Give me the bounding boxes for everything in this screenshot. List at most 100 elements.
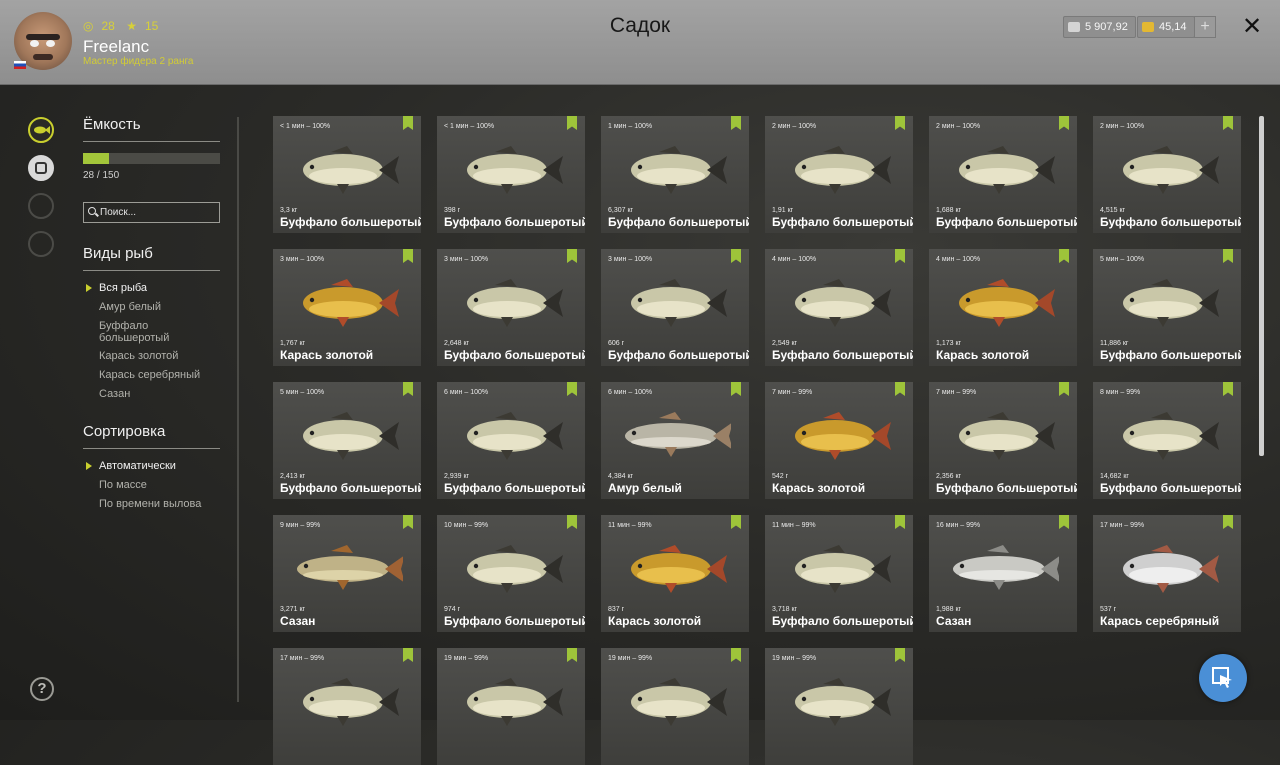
keep-bookmark-icon[interactable]: [731, 515, 741, 529]
trophy-tab-icon[interactable]: [28, 193, 54, 219]
fish-card[interactable]: 2 мин – 100% 4,515 кг Буффало большеротый: [1093, 116, 1241, 233]
fish-card[interactable]: 11 мин – 99% 3,718 кг Буффало большеротый: [765, 515, 913, 632]
fish-image: [467, 412, 563, 460]
fish-card[interactable]: 6 мин – 100% 4,384 кг Амур белый: [601, 382, 749, 499]
species-option-buffalo[interactable]: Буффало большеротый: [99, 320, 199, 344]
close-button[interactable]: ✕: [1242, 12, 1262, 41]
species-option-amur[interactable]: Амур белый: [99, 301, 161, 313]
fish-card[interactable]: 9 мин – 99% 3,271 кг Сазан: [273, 515, 421, 632]
fish-card[interactable]: 7 мин – 99% 542 г Карась золотой: [765, 382, 913, 499]
keep-bookmark-icon[interactable]: [1223, 249, 1233, 263]
keep-bookmark-icon[interactable]: [895, 382, 905, 396]
keep-bookmark-icon[interactable]: [731, 382, 741, 396]
fish-name: Амур белый: [608, 481, 682, 495]
sort-option-weight[interactable]: По массе: [99, 479, 147, 491]
fish-card[interactable]: 4 мин – 100% 2,549 кг Буффало большеротый: [765, 249, 913, 366]
grid-scrollbar[interactable]: [1259, 116, 1264, 456]
keep-bookmark-icon[interactable]: [567, 382, 577, 396]
keep-bookmark-icon[interactable]: [895, 515, 905, 529]
player-rank: Мастер фидера 2 ранга: [83, 56, 194, 67]
catch-time: 5 мин – 100%: [280, 389, 325, 396]
keep-bookmark-icon[interactable]: [403, 515, 413, 529]
fish-weight: 4,515 кг: [1100, 207, 1126, 214]
gold-amount: 45,14: [1159, 21, 1187, 33]
keep-bookmark-icon[interactable]: [567, 249, 577, 263]
capacity-bar: [83, 153, 220, 164]
fish-card[interactable]: 6 мин – 100% 2,939 кг Буффало большеротый: [437, 382, 585, 499]
fish-card[interactable]: 2 мин – 100% 1,91 кг Буффало большеротый: [765, 116, 913, 233]
silver-amount: 5 907,92: [1085, 21, 1128, 33]
fish-card[interactable]: 16 мин – 99% 1,988 кг Сазан: [929, 515, 1077, 632]
fish-card[interactable]: 19 мин – 99%: [765, 648, 913, 765]
keep-bookmark-icon[interactable]: [895, 249, 905, 263]
add-currency-button[interactable]: +: [1194, 16, 1216, 38]
species-option-gold-crucian[interactable]: Карась золотой: [99, 350, 178, 362]
catch-time: 19 мин – 99%: [772, 655, 817, 662]
fish-card[interactable]: 8 мин – 99% 14,682 кг Буффало большеротый: [1093, 382, 1241, 499]
fish-card[interactable]: 7 мин – 99% 2,356 кг Буффало большеротый: [929, 382, 1077, 499]
fish-name: Буффало большеротый: [608, 215, 749, 229]
species-option-silver-crucian[interactable]: Карась серебряный: [99, 369, 200, 381]
fish-card[interactable]: 11 мин – 99% 837 г Карась золотой: [601, 515, 749, 632]
help-icon[interactable]: ?: [30, 677, 54, 701]
keep-bookmark-icon[interactable]: [1059, 116, 1069, 130]
fish-name: Карась серебряный: [1100, 614, 1220, 628]
fish-card[interactable]: 17 мин – 99%: [273, 648, 421, 765]
keep-bookmark-icon[interactable]: [731, 648, 741, 662]
keep-bookmark-icon[interactable]: [567, 515, 577, 529]
keep-bookmark-icon[interactable]: [403, 116, 413, 130]
fish-card[interactable]: 19 мин – 99%: [601, 648, 749, 765]
fish-card[interactable]: 3 мин – 100% 606 г Буффало большеротый: [601, 249, 749, 366]
fish-card[interactable]: 4 мин – 100% 1,173 кг Карась золотой: [929, 249, 1077, 366]
keep-bookmark-icon[interactable]: [567, 648, 577, 662]
keep-bookmark-icon[interactable]: [1059, 515, 1069, 529]
sort-option-auto[interactable]: Автоматически: [99, 460, 176, 472]
keep-bookmark-icon[interactable]: [1223, 382, 1233, 396]
fish-card[interactable]: 19 мин – 99%: [437, 648, 585, 765]
catch-time: 1 мин – 100%: [608, 123, 653, 130]
keep-bookmark-icon[interactable]: [567, 116, 577, 130]
keep-bookmark-icon[interactable]: [895, 116, 905, 130]
fish-card[interactable]: 3 мин – 100% 2,648 кг Буффало большеротый: [437, 249, 585, 366]
species-title: Виды рыб: [83, 245, 153, 262]
keep-bookmark-icon[interactable]: [895, 648, 905, 662]
keep-bookmark-icon[interactable]: [1223, 515, 1233, 529]
search-input[interactable]: [83, 202, 220, 223]
fish-card[interactable]: < 1 мин – 100% 3,3 кг Буффало большеротый: [273, 116, 421, 233]
fish-card[interactable]: 2 мин – 100% 1,688 кг Буффало большеротый: [929, 116, 1077, 233]
fish-card[interactable]: 3 мин – 100% 1,767 кг Карась золотой: [273, 249, 421, 366]
species-option-all[interactable]: Вся рыба: [99, 282, 147, 294]
fish-weight: 1,173 кг: [936, 340, 962, 347]
gold-balance: 45,14: [1137, 16, 1195, 38]
sort-option-time[interactable]: По времени вылова: [99, 498, 201, 510]
keep-bookmark-icon[interactable]: [403, 249, 413, 263]
keep-bookmark-icon[interactable]: [1223, 116, 1233, 130]
fish-card[interactable]: 1 мин – 100% 6,307 кг Буффало большеротый: [601, 116, 749, 233]
fish-card[interactable]: < 1 мин – 100% 398 г Буффало большеротый: [437, 116, 585, 233]
fish-weight: 14,682 кг: [1100, 473, 1129, 480]
keep-bookmark-icon[interactable]: [731, 249, 741, 263]
fish-weight: 537 г: [1100, 606, 1117, 613]
sort-title: Сортировка: [83, 423, 166, 440]
catch-time: 7 мин – 99%: [936, 389, 977, 396]
cursor-icon: [1212, 667, 1232, 688]
fish-weight: 398 г: [444, 207, 461, 214]
keep-bookmark-icon[interactable]: [1059, 382, 1069, 396]
cursor-mode-button[interactable]: [1199, 654, 1247, 702]
keep-bookmark-icon[interactable]: [403, 648, 413, 662]
inventory-tab-icon[interactable]: [28, 155, 54, 181]
keep-bookmark-icon[interactable]: [731, 116, 741, 130]
species-option-carp[interactable]: Сазан: [99, 388, 130, 400]
fish-weight: 837 г: [608, 606, 625, 613]
home-tab-icon[interactable]: [28, 231, 54, 257]
fish-card[interactable]: 10 мин – 99% 974 г Буффало большеротый: [437, 515, 585, 632]
panel-divider: [237, 117, 239, 702]
fish-card[interactable]: 5 мин – 100% 11,886 кг Буффало большеротый: [1093, 249, 1241, 366]
fish-name: Буффало большеротый: [280, 215, 421, 229]
fish-card[interactable]: 17 мин – 99% 537 г Карась серебряный: [1093, 515, 1241, 632]
catch-time: 2 мин – 100%: [1100, 123, 1145, 130]
keep-bookmark-icon[interactable]: [1059, 249, 1069, 263]
keep-bookmark-icon[interactable]: [403, 382, 413, 396]
fish-keepnet-tab-icon[interactable]: [28, 117, 54, 143]
fish-card[interactable]: 5 мин – 100% 2,413 кг Буффало большеротый: [273, 382, 421, 499]
